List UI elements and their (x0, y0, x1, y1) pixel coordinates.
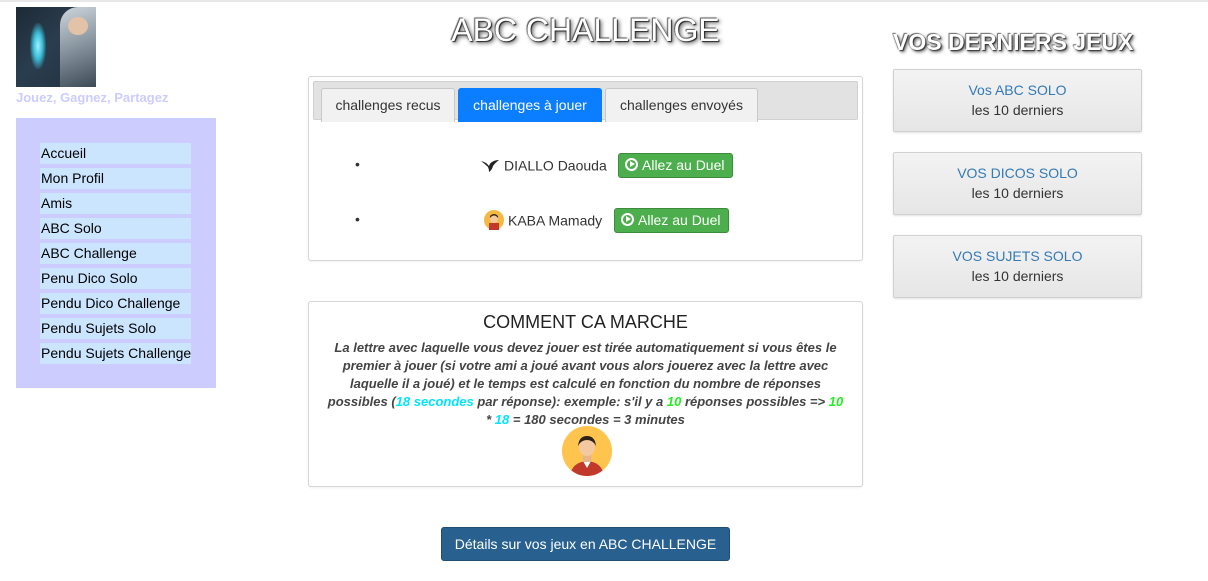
recent-game-subtitle: les 10 derniers (971, 268, 1064, 284)
recent-game-link[interactable]: Vos ABC SOLO (894, 82, 1141, 98)
duel-row: • DIALLO Daouda Allez au Duel (309, 153, 862, 179)
nav-item-pendu-dico-solo[interactable]: Penu Dico Solo (40, 268, 191, 289)
list-bullet: • (355, 156, 360, 172)
list-bullet: • (355, 211, 360, 227)
duel-player-name: DIALLO Daouda (504, 157, 607, 174)
challenges-panel: challenges recus challenges à jouer chal… (308, 76, 863, 261)
duel-row: • KABA Mamady Allez au Duel (309, 208, 862, 234)
nav-item-pendu-dico-challenge[interactable]: Pendu Dico Challenge (40, 293, 191, 314)
main-nav: Accueil Mon Profil Amis ABC Solo ABC Cha… (16, 118, 216, 388)
formula-operator: * (486, 412, 495, 427)
tab-challenges-envoyes[interactable]: challenges envoyés (605, 88, 758, 122)
duel-button[interactable]: Allez au Duel (618, 153, 733, 178)
formula-result: = 180 secondes = 3 minutes (509, 412, 685, 427)
formula-answers: 10 (828, 394, 844, 409)
details-button[interactable]: Détails sur vos jeux en ABC CHALLENGE (441, 527, 730, 561)
site-tagline: Jouez, Gagnez, Partagez (16, 90, 169, 105)
nav-item-pendu-sujets-solo[interactable]: Pendu Sujets Solo (40, 318, 191, 339)
duel-button-label: Allez au Duel (642, 157, 725, 173)
duel-button[interactable]: Allez au Duel (614, 208, 729, 233)
play-circle-icon (625, 157, 638, 171)
recent-game-dicos-solo[interactable]: VOS DICOS SOLO les 10 derniers (893, 152, 1142, 215)
formula-seconds: 18 (494, 412, 510, 427)
logo-glow (30, 23, 46, 69)
tab-challenges-recus[interactable]: challenges recus (321, 88, 455, 122)
nav-item-accueil[interactable]: Accueil (40, 143, 191, 164)
recent-game-link[interactable]: VOS DICOS SOLO (894, 165, 1141, 181)
nav-item-abc-solo[interactable]: ABC Solo (40, 218, 191, 239)
avatar (562, 426, 612, 476)
logo-hand (68, 17, 88, 35)
how-it-works-text: La lettre avec laquelle vous devez jouer… (326, 339, 846, 429)
nav-item-amis[interactable]: Amis (40, 193, 191, 214)
how-text-part: par réponse): exemple: s'il y a (473, 394, 667, 409)
how-it-works-panel: COMMENT CA MARCHE La lettre avec laquell… (308, 301, 863, 487)
seconds-per-answer: 18 secondes (395, 394, 474, 409)
page-title: ABC CHALLENGE (451, 12, 720, 48)
recent-game-link[interactable]: VOS SUJETS SOLO (894, 248, 1141, 264)
duel-player: DIALLO Daouda (480, 157, 607, 177)
play-circle-icon (621, 212, 634, 226)
nav-item-abc-challenge[interactable]: ABC Challenge (40, 243, 191, 264)
answers-count: 10 (666, 394, 682, 409)
how-text-part: réponses possibles => (681, 394, 829, 409)
user-avatar-icon (484, 210, 504, 230)
how-it-works-title: COMMENT CA MARCHE (483, 312, 688, 332)
nav-item-mon-profil[interactable]: Mon Profil (40, 168, 191, 189)
recent-game-subtitle: les 10 derniers (971, 185, 1064, 201)
challenges-tabbar: challenges recus challenges à jouer chal… (313, 81, 858, 122)
recent-game-abc-solo[interactable]: Vos ABC SOLO les 10 derniers (893, 69, 1142, 132)
recent-games-title: VOS DERNIERS JEUX (893, 29, 1134, 55)
duel-player: KABA Mamady (484, 210, 603, 232)
duel-player-name: KABA Mamady (508, 212, 603, 229)
duel-button-label: Allez au Duel (638, 212, 721, 228)
tab-challenges-a-jouer[interactable]: challenges à jouer (458, 88, 602, 122)
site-logo[interactable] (16, 7, 96, 87)
recent-game-sujets-solo[interactable]: VOS SUJETS SOLO les 10 derniers (893, 235, 1142, 298)
recent-game-subtitle: les 10 derniers (971, 102, 1064, 118)
nav-item-pendu-sujets-challenge[interactable]: Pendu Sujets Challenge (40, 343, 191, 364)
bird-icon (480, 155, 500, 175)
